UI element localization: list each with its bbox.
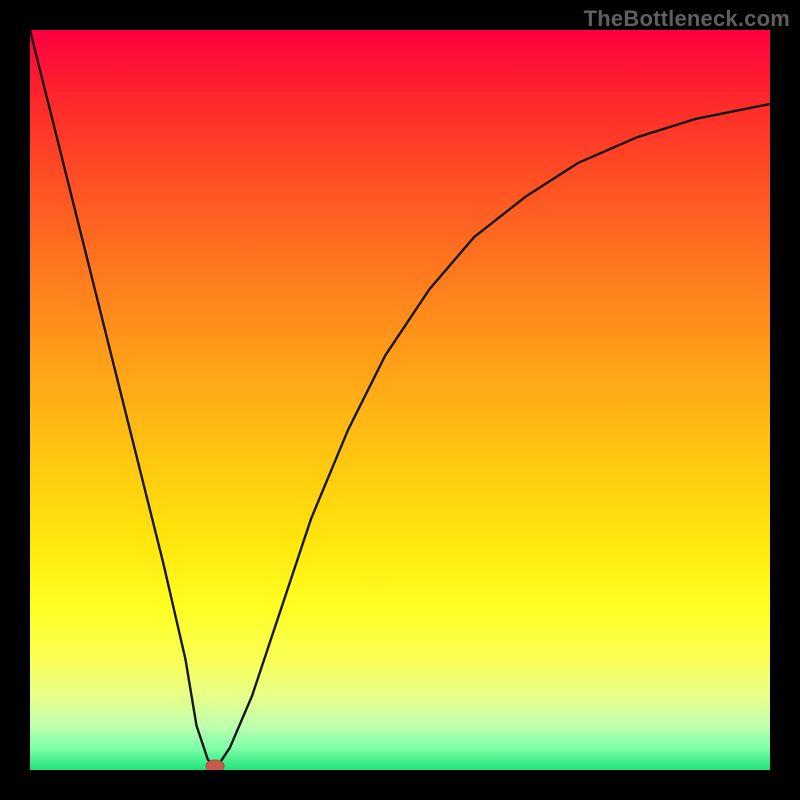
curve-svg	[30, 30, 770, 770]
marker-dot	[206, 760, 224, 770]
chart-container: TheBottleneck.com	[0, 0, 800, 800]
watermark-text: TheBottleneck.com	[584, 6, 790, 32]
plot-area	[30, 30, 770, 770]
bottleneck-curve	[30, 30, 770, 770]
